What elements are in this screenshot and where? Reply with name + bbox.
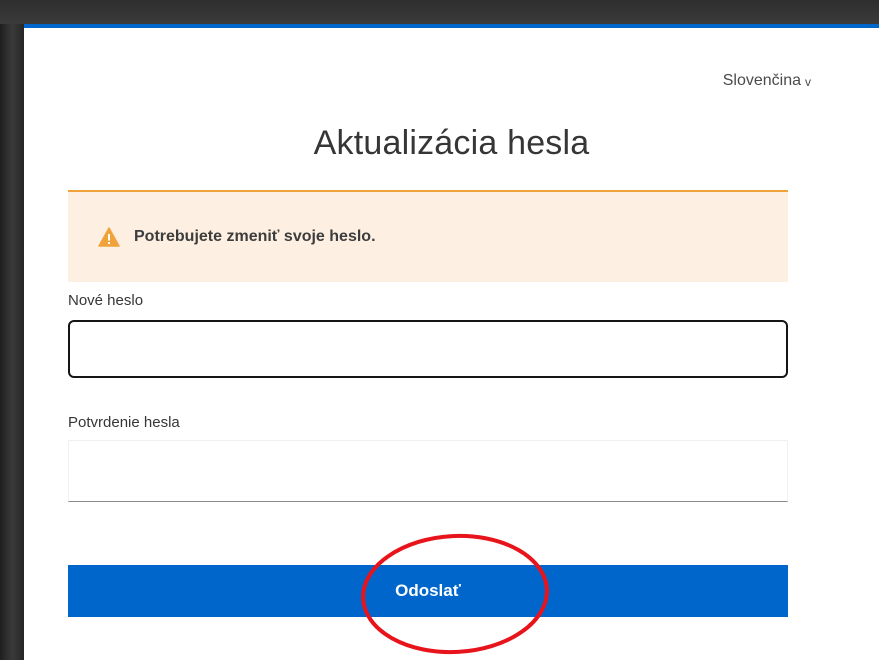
page-title: Aktualizácia hesla	[313, 124, 590, 162]
warning-alert: Potrebujete zmeniť svoje heslo.	[68, 190, 788, 282]
submit-button[interactable]: Odoslať	[68, 565, 788, 617]
window-top-strip	[0, 0, 879, 24]
locale-label: Slovenčina	[722, 72, 801, 89]
locale-dropdown[interactable]: Slovenčina v	[723, 72, 811, 90]
warning-triangle-icon	[98, 227, 120, 247]
new-password-input[interactable]	[68, 320, 788, 378]
alert-message: Potrebujete zmeniť svoje heslo.	[134, 228, 376, 245]
confirm-password-label: Potvrdenie hesla	[68, 414, 180, 431]
new-password-label: Nové heslo	[68, 292, 144, 309]
chevron-down-icon: v	[805, 74, 811, 89]
confirm-password-input[interactable]	[68, 440, 788, 502]
